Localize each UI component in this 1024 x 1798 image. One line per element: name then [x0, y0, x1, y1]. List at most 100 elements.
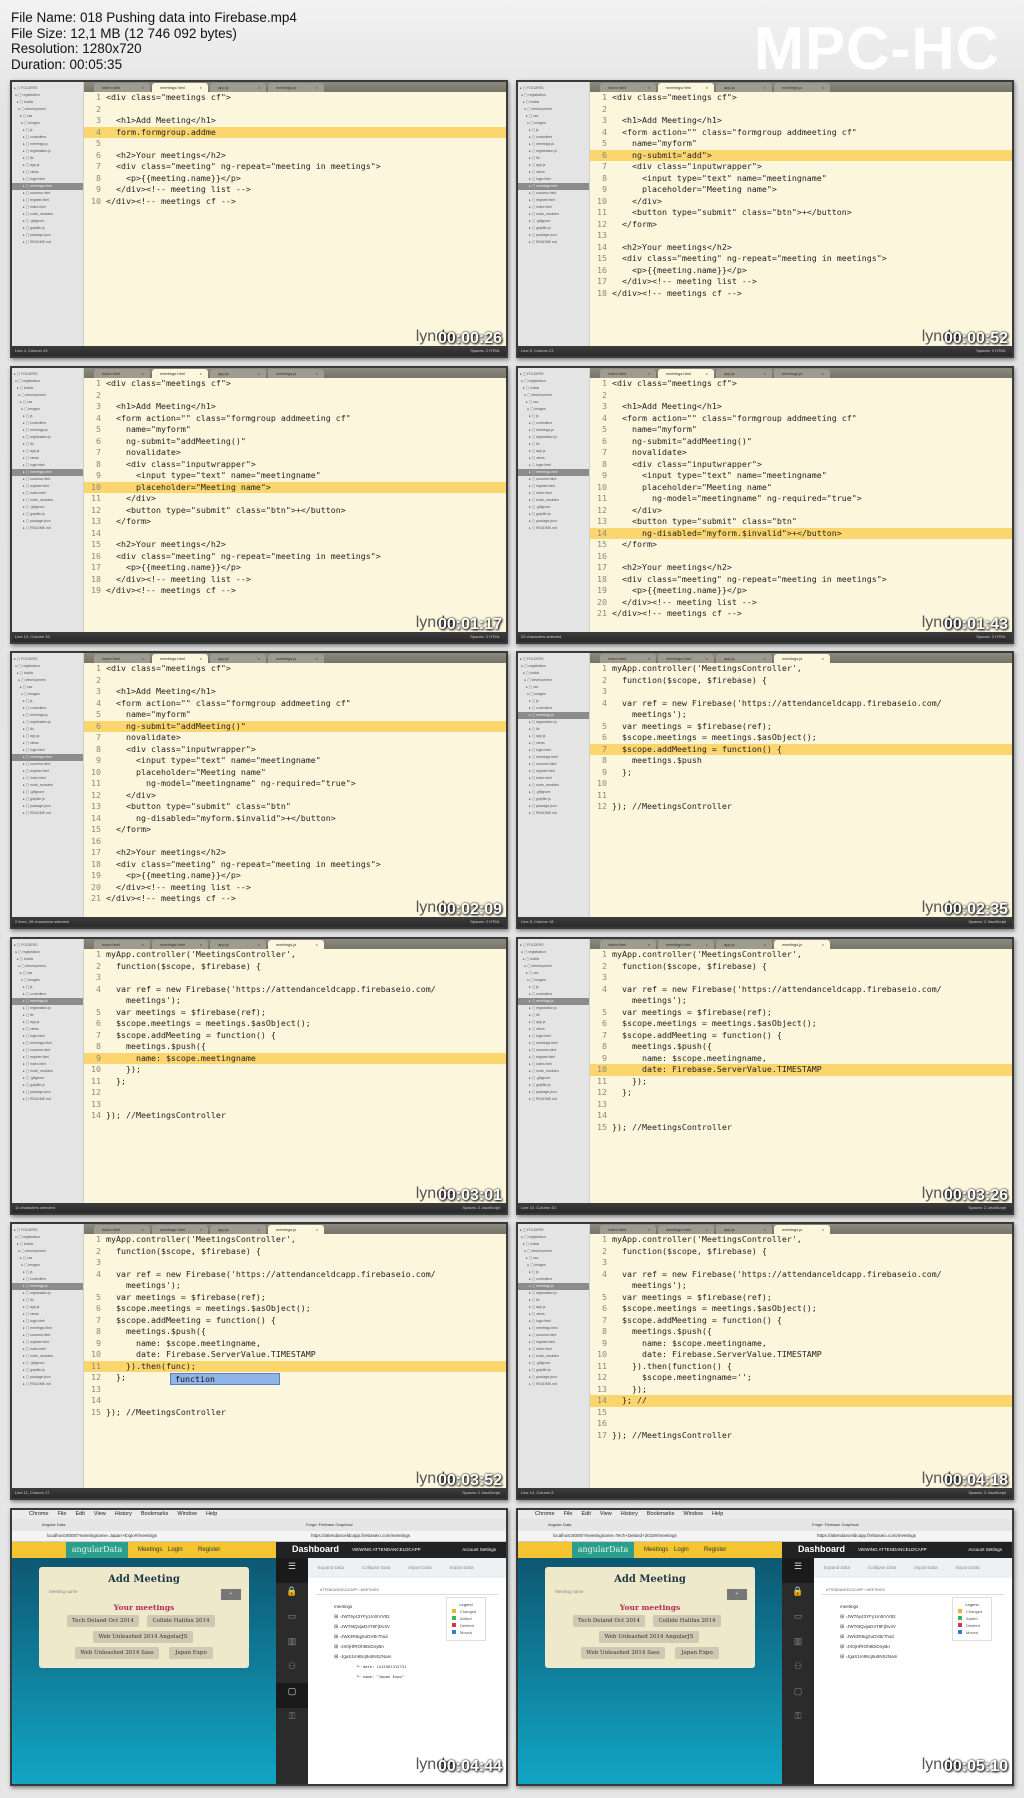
sidebar-file-item[interactable]: node_modules: [518, 782, 589, 789]
meeting-chip[interactable]: Japan Expo: [675, 1647, 719, 1659]
sidebar-file-item[interactable]: js: [518, 698, 589, 705]
sidebar-file-item[interactable]: package.json: [12, 1374, 83, 1381]
sidebar-file-item[interactable]: FOLDERS: [12, 656, 83, 663]
sidebar-analytics-icon[interactable]: ▥: [782, 1633, 814, 1658]
app-brand[interactable]: angularData: [572, 1542, 634, 1558]
sidebar-login-auth-icon[interactable]: ⚇: [782, 1658, 814, 1683]
sidebar-file-item[interactable]: development: [518, 1248, 589, 1255]
sidebar-file-item[interactable]: app.js: [12, 1019, 83, 1026]
sidebar-file-item[interactable]: meetings.html: [518, 1325, 589, 1332]
sidebar-file-item[interactable]: node_modules: [518, 211, 589, 218]
sidebar-file-item[interactable]: .gitignore: [12, 504, 83, 511]
editor-tab[interactable]: meetings.html ×: [152, 1225, 208, 1234]
sidebar-login-auth-icon[interactable]: ⚇: [276, 1658, 308, 1683]
sidebar-file-item[interactable]: README.md: [518, 525, 589, 532]
sidebar-file-item[interactable]: development: [12, 392, 83, 399]
editor-tab[interactable]: meetings.html ×: [658, 83, 714, 92]
sidebar-file-item[interactable]: images: [12, 1262, 83, 1269]
tab-close-icon[interactable]: ×: [764, 1227, 766, 1232]
address-bar[interactable]: https://attendanceldcapp.firebaseio.com/…: [782, 1531, 1012, 1542]
sidebar-data-icon[interactable]: ☰: [782, 1558, 814, 1583]
menu-item[interactable]: View: [94, 1511, 106, 1517]
sidebar-file-item[interactable]: README.md: [518, 1096, 589, 1103]
sidebar-file-item[interactable]: register.html: [518, 1054, 589, 1061]
sidebar-file-item[interactable]: package.json: [518, 232, 589, 239]
sidebar-file-item[interactable]: meetings.js: [518, 141, 589, 148]
sidebar-file-item[interactable]: index.html: [518, 775, 589, 782]
meeting-chip[interactable]: Web Unleashed 2014 Sass: [75, 1647, 159, 1659]
toolbar-button[interactable]: Export Data: [956, 1565, 980, 1570]
code-editor[interactable]: 1 <div class="meetings cf"> 2 3 <h1>Add Mee…: [84, 378, 506, 632]
sidebar-file-item[interactable]: .gitignore: [518, 1075, 589, 1082]
sidebar-secrets-icon[interactable]: ⚿: [782, 1708, 814, 1733]
code-editor[interactable]: 1 myApp.controller('MeetingsController', 2…: [590, 663, 1012, 917]
sidebar-file-item[interactable]: registration.js: [12, 1005, 83, 1012]
editor-tab[interactable]: index.html ×: [94, 83, 150, 92]
sidebar-hosting-icon[interactable]: ▢: [782, 1683, 814, 1708]
sidebar-file-item[interactable]: builds: [518, 385, 589, 392]
sidebar-file-item[interactable]: meetings.js: [12, 998, 83, 1005]
sidebar-file-item[interactable]: login.html: [12, 1318, 83, 1325]
sidebar-file-item[interactable]: success.html: [12, 1332, 83, 1339]
editor-tab[interactable]: app.js ×: [716, 1225, 772, 1234]
editor-tab[interactable]: index.html ×: [94, 1225, 150, 1234]
toolbar-button[interactable]: Export Data: [450, 1565, 474, 1570]
sidebar-file-item[interactable]: builds: [518, 99, 589, 106]
editor-tab[interactable]: app.js ×: [716, 83, 772, 92]
tab-close-icon[interactable]: ×: [706, 85, 708, 90]
editor-tab[interactable]: index.html ×: [600, 1225, 656, 1234]
tab-close-icon[interactable]: ×: [648, 1227, 650, 1232]
sidebar-file-item[interactable]: app.js: [518, 1304, 589, 1311]
tab-close-icon[interactable]: ×: [316, 85, 318, 90]
tree-node[interactable]: -JWT6y43YFy1rn0rVV82: [334, 1612, 406, 1622]
sidebar-file-item[interactable]: meetings.js: [12, 427, 83, 434]
sidebar-file-item[interactable]: index.html: [12, 775, 83, 782]
add-meeting-button[interactable]: +: [727, 1589, 747, 1600]
sidebar-file-item[interactable]: registration: [12, 378, 83, 385]
sidebar-file-item[interactable]: meetings.js: [518, 998, 589, 1005]
sidebar-file-item[interactable]: registration.js: [518, 1005, 589, 1012]
breadcrumb-item[interactable]: ATTENDANCELDCAPP ›: [826, 1588, 867, 1592]
nav-link[interactable]: Login: [168, 1547, 183, 1553]
tab-close-icon[interactable]: ×: [764, 371, 766, 376]
sidebar-file-item[interactable]: meetings.js: [12, 1283, 83, 1290]
sidebar-file-item[interactable]: FOLDERS: [12, 85, 83, 92]
sidebar-file-item[interactable]: gulpfile.js: [518, 1367, 589, 1374]
editor-tab[interactable]: meetings.js ×: [268, 654, 324, 663]
code-editor[interactable]: 1 myApp.controller('MeetingsController', 2…: [84, 949, 506, 1203]
sidebar-file-item[interactable]: js: [12, 413, 83, 420]
sidebar-file-item[interactable]: registration: [518, 949, 589, 956]
sidebar-file-item[interactable]: register.html: [518, 197, 589, 204]
sidebar-file-item[interactable]: js: [12, 127, 83, 134]
sidebar-file-item[interactable]: node_modules: [12, 497, 83, 504]
tab-close-icon[interactable]: ×: [142, 1227, 144, 1232]
code-editor[interactable]: 1 myApp.controller('MeetingsController', 2…: [590, 1234, 1012, 1488]
sidebar-file-item[interactable]: development: [12, 963, 83, 970]
sidebar-file-item[interactable]: meetings.html: [12, 1325, 83, 1332]
tab-close-icon[interactable]: ×: [648, 656, 650, 661]
sidebar-file-item[interactable]: node_modules: [12, 1068, 83, 1075]
sidebar-file-item[interactable]: index.html: [518, 1346, 589, 1353]
sidebar-file-item[interactable]: FOLDERS: [518, 371, 589, 378]
sidebar-file-item[interactable]: development: [12, 1248, 83, 1255]
sidebar-analytics-icon[interactable]: ▥: [276, 1633, 308, 1658]
menu-item[interactable]: File: [58, 1511, 67, 1517]
sidebar-file-item[interactable]: login.html: [12, 176, 83, 183]
sidebar-file-item[interactable]: app.js: [12, 1304, 83, 1311]
sidebar-file-item[interactable]: success.html: [12, 1047, 83, 1054]
tab-close-icon[interactable]: ×: [258, 942, 260, 947]
breadcrumb-item[interactable]: ATTENDANCELDCAPP ›: [320, 1588, 361, 1592]
sidebar-file-item[interactable]: register.html: [12, 768, 83, 775]
autocomplete-suggestion[interactable]: function: [170, 1373, 280, 1385]
editor-tab[interactable]: index.html ×: [94, 369, 150, 378]
tab-close-icon[interactable]: ×: [200, 1227, 202, 1232]
tab-close-icon[interactable]: ×: [706, 371, 708, 376]
sidebar-file-item[interactable]: index.html: [12, 1061, 83, 1068]
editor-tab[interactable]: meetings.js ×: [774, 369, 830, 378]
sidebar-file-item[interactable]: meetings.html: [518, 183, 589, 190]
menu-item[interactable]: Bookmarks: [647, 1511, 675, 1517]
tree-leaf[interactable]: └─ name: "Japan Expo": [334, 1672, 406, 1682]
sidebar-file-item[interactable]: gulpfile.js: [518, 511, 589, 518]
sidebar-file-item[interactable]: development: [518, 677, 589, 684]
sidebar-file-item[interactable]: registration.js: [518, 148, 589, 155]
